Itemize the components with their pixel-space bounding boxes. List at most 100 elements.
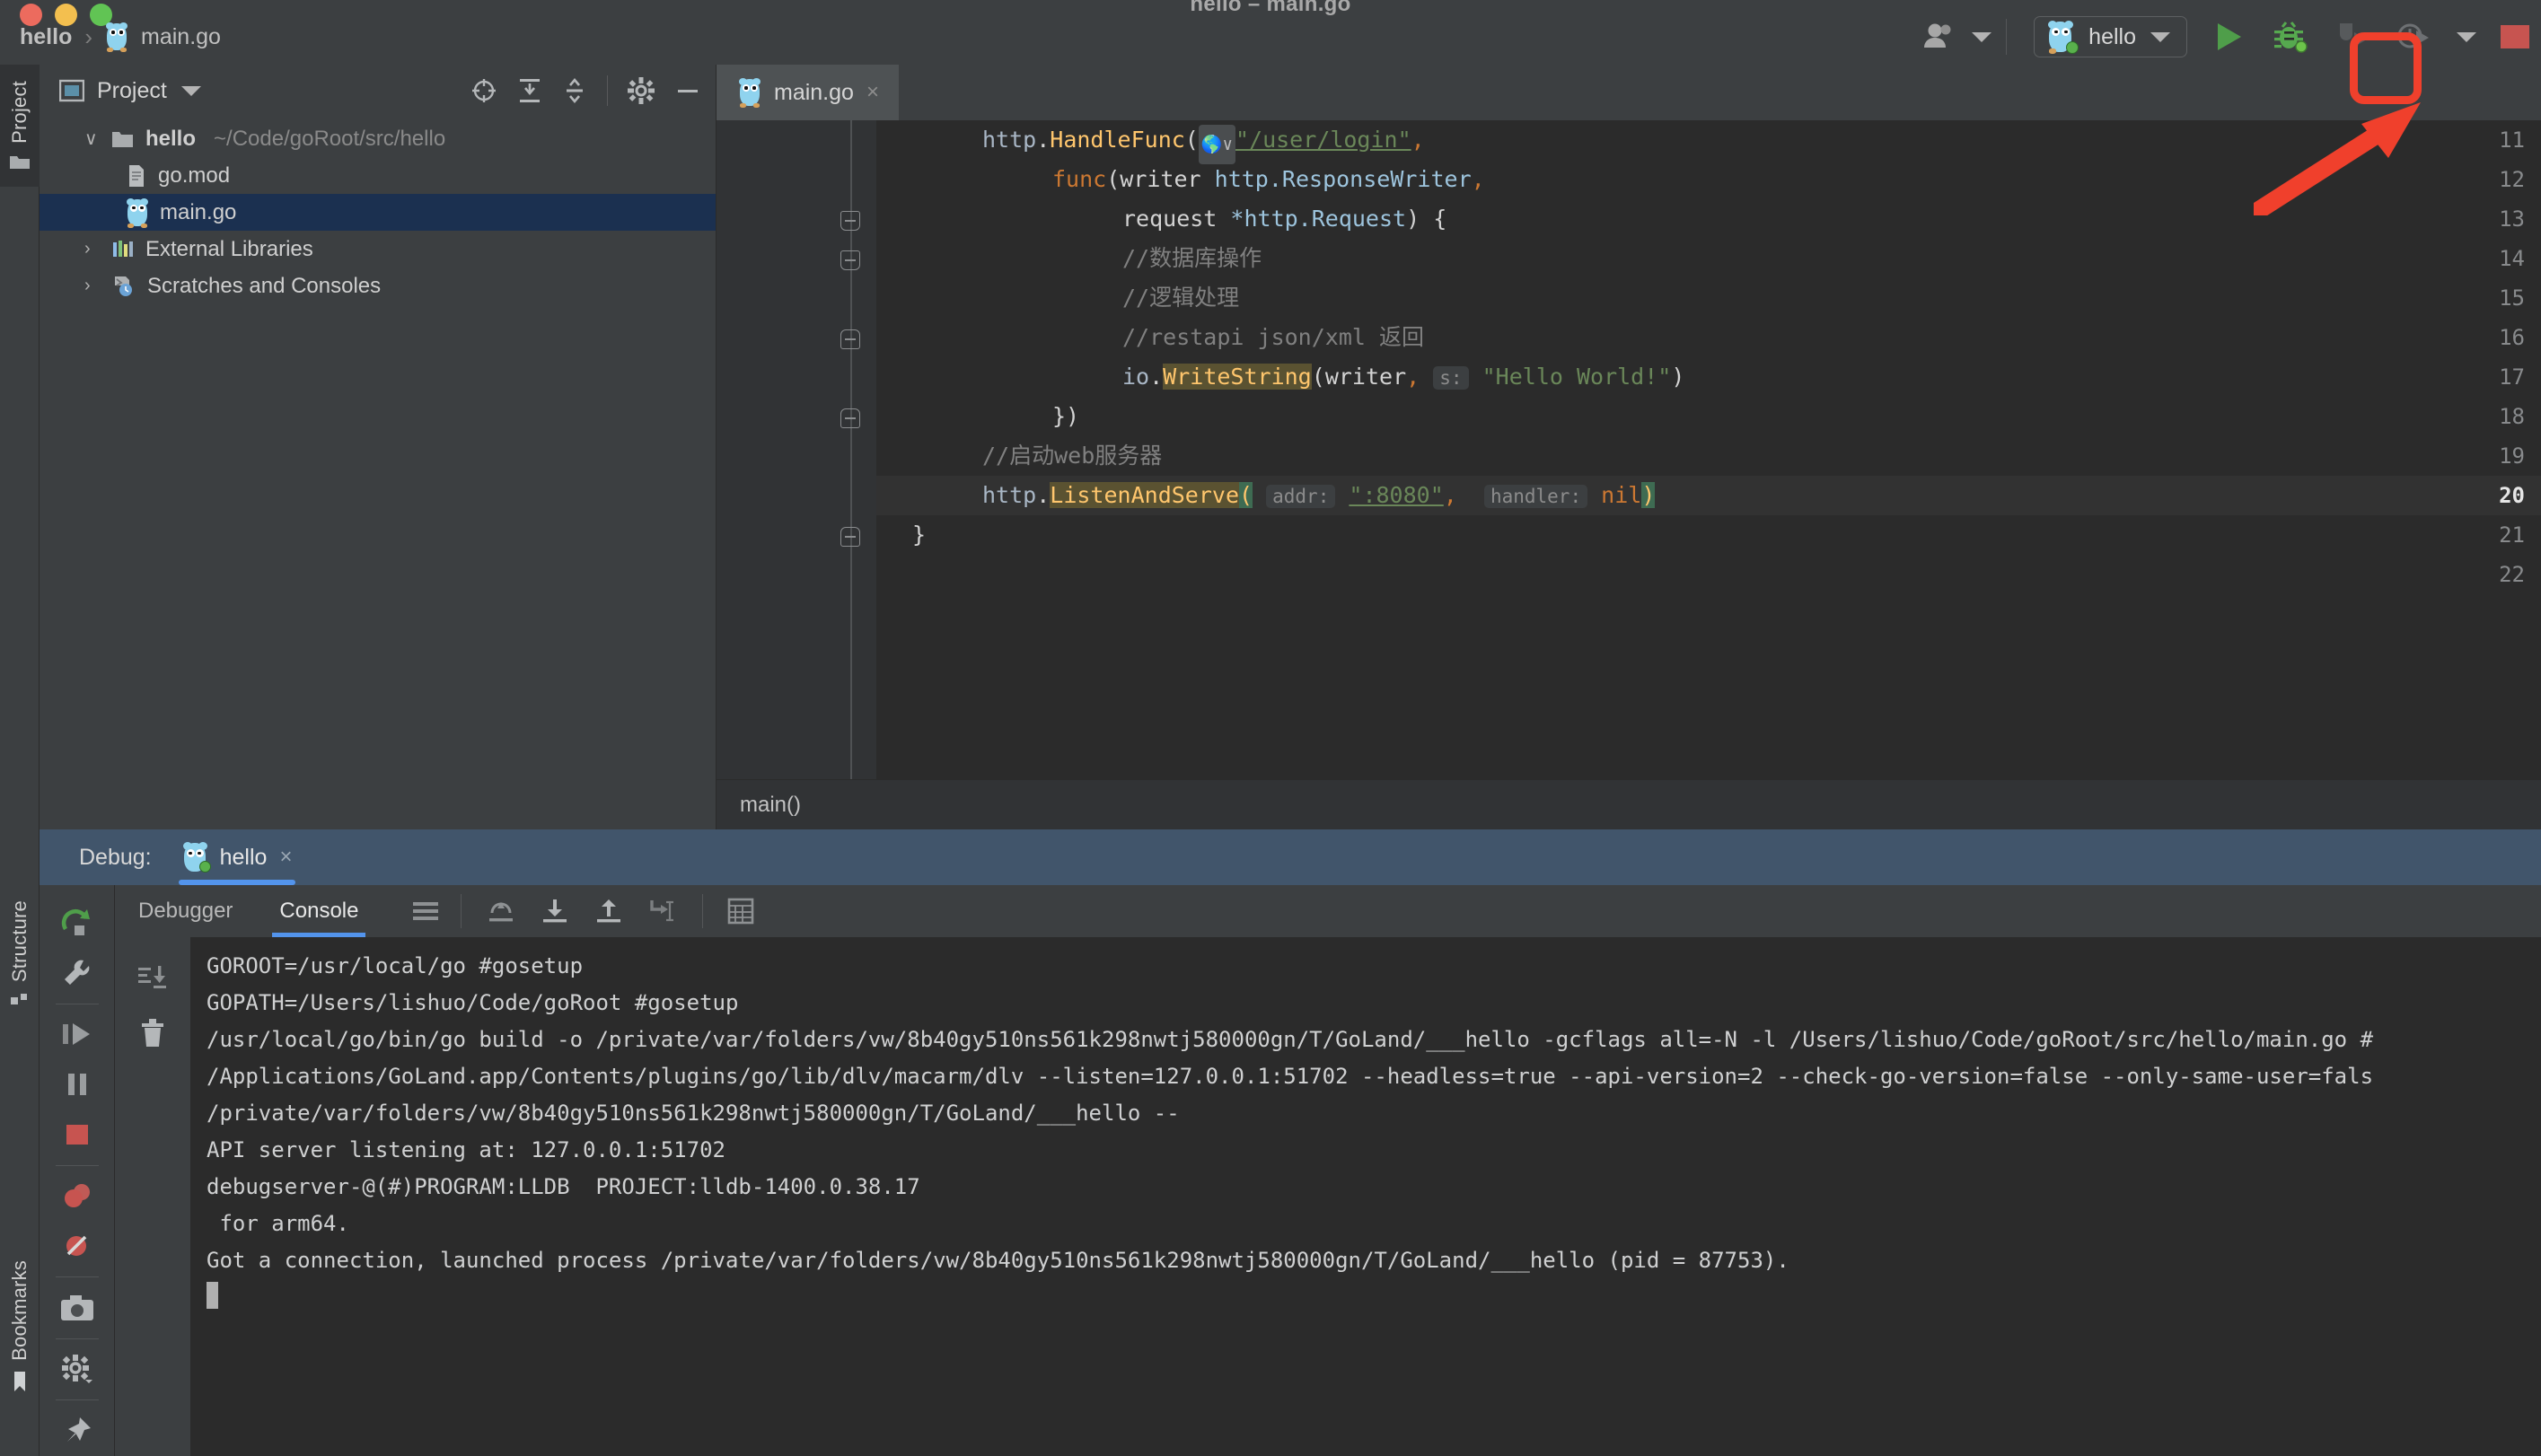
profiler-button[interactable] (2383, 13, 2442, 61)
editor-area: main.go × 11 12 13 14 15 16 17 18 19 20 … (717, 65, 2541, 829)
code-line-21: } (912, 522, 927, 548)
mute-breakpoints-button[interactable] (40, 1221, 115, 1271)
sidebar-divider (55, 1399, 99, 1401)
close-icon[interactable]: × (866, 80, 879, 105)
tab-debugger[interactable]: Debugger (115, 885, 256, 937)
bookmark-icon (14, 1372, 25, 1391)
console-output[interactable]: GOROOT=/usr/local/go #gosetup GOPATH=/Us… (190, 937, 2541, 1456)
debug-actions-sidebar (40, 885, 115, 1456)
tree-item-label: hello (145, 126, 197, 151)
debug-button[interactable] (2259, 13, 2322, 61)
breadcrumb-file[interactable]: main.go (141, 24, 221, 50)
step-into-button[interactable] (528, 897, 582, 925)
fold-marker-icon[interactable] (840, 329, 860, 349)
web-url-icon[interactable]: 🌎∨ (1198, 125, 1235, 164)
toolbar-right-group: hello (1921, 13, 2541, 61)
gear-icon[interactable] (628, 77, 655, 104)
fold-marker-icon[interactable] (840, 211, 860, 231)
line-number-gutter[interactable] (717, 120, 826, 779)
chevron-down-icon[interactable] (180, 85, 201, 96)
user-account-icon[interactable] (1921, 13, 1992, 61)
run-button[interactable] (2200, 13, 2259, 61)
tab-console[interactable]: Console (256, 885, 382, 937)
project-tool-window: Project ∨ hello ~/Code/goRoot/src/hello … (40, 65, 717, 829)
debug-session-tab[interactable]: hello × (173, 829, 302, 885)
debug-gear-button[interactable] (40, 1345, 115, 1395)
editor-tab-label: main.go (774, 79, 854, 105)
sidebar-item-project[interactable]: Project (0, 65, 40, 187)
console-line: /private/var/folders/vw/8b40gy510ns561k2… (207, 1101, 1180, 1126)
debug-tool-window: Debug: hello × Debugger Console GOROOT=/… (40, 829, 2541, 1456)
code-token: func (1052, 166, 1107, 192)
code-token: writer (1324, 364, 1407, 390)
fold-marker-icon[interactable] (840, 250, 860, 270)
chevron-down-icon (1972, 31, 1992, 42)
tree-item-external-libraries[interactable]: › External Libraries (40, 231, 716, 268)
tree-item-hello[interactable]: ∨ hello ~/Code/goRoot/src/hello (40, 120, 716, 157)
layout-settings-button[interactable] (403, 899, 448, 924)
expand-all-icon[interactable] (517, 77, 542, 104)
stop-button[interactable] (2491, 13, 2541, 61)
code-token: ":8080" (1349, 482, 1444, 508)
code-token: WriteString (1163, 364, 1312, 390)
code-token: ) (1641, 482, 1656, 508)
chevron-down-icon[interactable]: ∨ (84, 127, 101, 150)
layout-icon (413, 902, 439, 920)
editor-breadcrumb-main[interactable]: main() (740, 793, 801, 818)
tree-item-label: Scratches and Consoles (147, 273, 382, 298)
rerun-button[interactable] (40, 898, 115, 948)
text-cursor (207, 1282, 218, 1309)
run-to-cursor-button[interactable] (636, 897, 690, 925)
step-out-button[interactable] (582, 897, 636, 925)
locate-icon[interactable] (470, 77, 497, 104)
hide-panel-icon[interactable] (674, 77, 701, 104)
evaluate-expression-button[interactable] (716, 898, 766, 925)
folder-icon (10, 155, 30, 169)
run-icon (2218, 23, 2241, 50)
debug-settings-button[interactable] (40, 948, 115, 998)
tree-item-main-go[interactable]: main.go (40, 194, 716, 231)
stop-program-button[interactable] (40, 1110, 115, 1160)
scroll-to-end-button[interactable] (115, 950, 190, 1005)
tab-debugger-label: Debugger (138, 899, 233, 923)
stop-icon (66, 1124, 88, 1145)
sidebar-item-structure[interactable]: Structure (0, 900, 40, 1007)
fold-marker-icon[interactable] (840, 527, 860, 547)
sidebar-item-bookmarks[interactable]: Bookmarks (0, 1260, 40, 1393)
code-line-14: //数据库操作 (1122, 245, 1262, 271)
main-toolbar: hello › main.go hello (0, 9, 2541, 65)
toolbar-divider (461, 894, 462, 928)
tree-item-go-mod[interactable]: go.mod (40, 157, 716, 194)
console-line: Got a connection, launched process /priv… (207, 1248, 1789, 1273)
go-file-icon (126, 197, 149, 228)
code-viewport[interactable]: 11 12 13 14 15 16 17 18 19 20 21 22 http… (717, 120, 2541, 779)
run-configuration-selector[interactable]: hello (2034, 16, 2187, 57)
editor-tab-main-go[interactable]: main.go × (717, 65, 899, 120)
attach-to-process-button[interactable] (2322, 13, 2383, 61)
code-token: nil (1601, 482, 1642, 508)
tree-item-scratches-and-consoles[interactable]: › Scratches and Consoles (40, 268, 716, 304)
tab-console-label: Console (279, 899, 359, 923)
pause-program-button[interactable] (40, 1059, 115, 1110)
code-token: ) { (1406, 206, 1447, 232)
chevron-right-icon[interactable]: › (84, 239, 101, 259)
resume-program-button[interactable] (40, 1009, 115, 1059)
pin-tab-button[interactable] (40, 1406, 115, 1456)
project-panel-title: Project (97, 77, 167, 103)
close-icon[interactable]: × (279, 845, 292, 870)
breadcrumb-project[interactable]: hello (20, 24, 72, 50)
settings-wrench-icon (64, 960, 89, 985)
step-over-button[interactable] (474, 897, 528, 925)
profiler-dropdown[interactable] (2442, 13, 2491, 61)
code-lines[interactable]: http.HandleFunc(🌎∨ "/user/login", func(wr… (876, 120, 2541, 779)
parameter-hint: handler: (1483, 485, 1588, 508)
debug-session-name: hello (219, 844, 268, 870)
collapse-all-icon[interactable] (562, 77, 587, 104)
chevron-right-icon[interactable]: › (84, 276, 101, 296)
fold-gutter[interactable] (826, 120, 876, 779)
debug-tabs-row: Debugger Console (115, 885, 2541, 937)
fold-marker-icon[interactable] (840, 408, 860, 428)
clear-console-button[interactable] (115, 1005, 190, 1061)
screenshot-button[interactable] (40, 1283, 115, 1333)
view-breakpoints-button[interactable] (40, 1171, 115, 1222)
